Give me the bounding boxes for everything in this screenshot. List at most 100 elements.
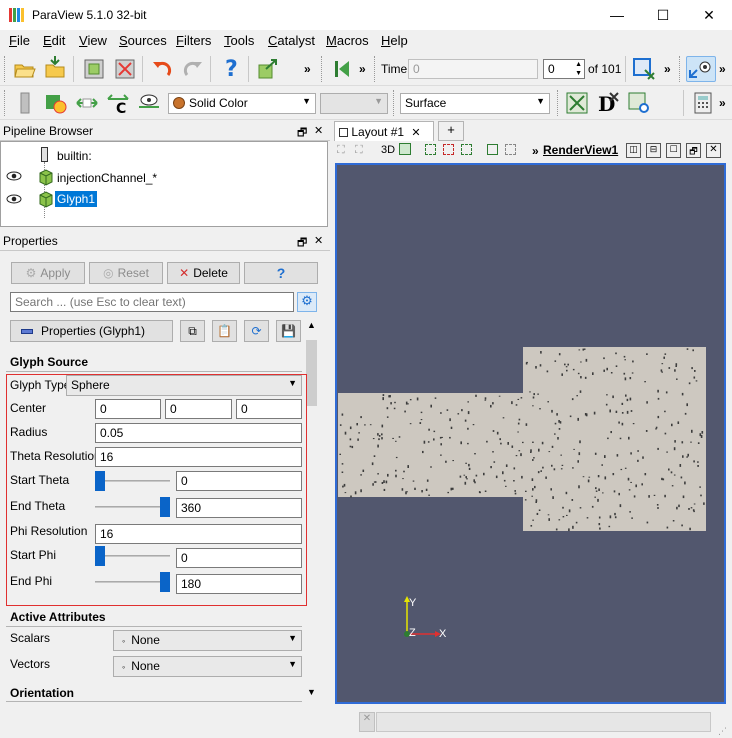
menu-catalyst[interactable]: Catalyst bbox=[268, 33, 315, 48]
capture-icon[interactable] bbox=[399, 143, 411, 155]
menu-file[interactable]: File bbox=[9, 33, 30, 48]
toggle-color-legend-icon[interactable] bbox=[13, 91, 37, 115]
toolbar-grip[interactable] bbox=[557, 90, 560, 116]
pipeline-item[interactable]: builtin: bbox=[1, 145, 327, 167]
start-theta-slider-handle[interactable] bbox=[95, 471, 105, 491]
menu-filters[interactable]: Filters bbox=[176, 33, 211, 48]
toolbar-overflow-icon[interactable]: » bbox=[359, 62, 366, 76]
glyph-type-select[interactable]: Sphere ▼ bbox=[66, 375, 302, 396]
rescale-visible-icon[interactable] bbox=[137, 91, 161, 115]
render-canvas[interactable]: Y X Z bbox=[337, 165, 724, 702]
scroll-up-icon[interactable]: ▲ bbox=[305, 320, 318, 333]
end-phi-slider[interactable] bbox=[95, 581, 170, 583]
toolbar-overflow-icon[interactable]: » bbox=[719, 62, 726, 76]
reset-camera-icon[interactable] bbox=[565, 91, 589, 115]
delete-button[interactable]: ✕ Delete bbox=[167, 262, 240, 284]
end-theta-field[interactable]: 360 bbox=[176, 498, 302, 518]
toolbar-grip[interactable] bbox=[679, 56, 682, 82]
reset-camera-closest-icon[interactable] bbox=[632, 57, 656, 81]
scrollbar-thumb[interactable] bbox=[306, 340, 317, 406]
phi-resolution-field[interactable]: 16 bbox=[95, 524, 302, 544]
split-vertical-icon[interactable]: ⊟ bbox=[646, 143, 661, 158]
select-cells-icon[interactable] bbox=[425, 144, 436, 155]
properties-help-button[interactable]: ? bbox=[244, 262, 318, 284]
spin-arrows-icon[interactable]: ▲ ▼ bbox=[575, 60, 582, 78]
representation-select[interactable]: Surface ▼ bbox=[400, 93, 550, 114]
component-select[interactable]: ▼ bbox=[320, 93, 388, 114]
rescale-range-icon[interactable] bbox=[75, 91, 99, 115]
float-view-icon[interactable]: 🗗 bbox=[686, 143, 701, 158]
radius-field[interactable]: 0.05 bbox=[95, 423, 302, 443]
start-phi-slider[interactable] bbox=[95, 555, 170, 557]
select-cells-on-icon[interactable]: ⛶ bbox=[337, 144, 350, 157]
toolbar-overflow-icon[interactable]: » bbox=[664, 62, 671, 76]
time-input[interactable]: 0 bbox=[408, 59, 538, 79]
toolbar-overflow-icon[interactable]: » bbox=[532, 144, 539, 158]
start-theta-slider[interactable] bbox=[95, 480, 170, 482]
help-icon[interactable]: ? bbox=[219, 56, 243, 82]
menu-help[interactable]: Help bbox=[381, 33, 408, 48]
show-center-icon[interactable]: D bbox=[596, 91, 620, 116]
properties-search-input[interactable] bbox=[10, 292, 294, 312]
pipeline-item[interactable]: injectionChannel_* bbox=[1, 167, 327, 189]
menu-view[interactable]: View bbox=[79, 33, 107, 48]
interact-select-icon[interactable] bbox=[686, 56, 716, 82]
open-icon[interactable] bbox=[13, 57, 37, 81]
paste-properties-button[interactable]: 📋 bbox=[212, 320, 237, 342]
theta-resolution-field[interactable]: 16 bbox=[95, 447, 302, 467]
toolbar-grip[interactable] bbox=[321, 56, 324, 82]
minimize-button[interactable]: — bbox=[594, 0, 640, 30]
start-phi-slider-handle[interactable] bbox=[95, 546, 105, 566]
toolbar-grip[interactable] bbox=[374, 56, 377, 82]
advanced-gear-icon[interactable]: ⚙ bbox=[297, 292, 317, 312]
find-data-icon[interactable] bbox=[256, 57, 280, 81]
close-button[interactable]: ✕ bbox=[686, 0, 732, 30]
maximize-view-icon[interactable]: ☐ bbox=[666, 143, 681, 158]
reset-button[interactable]: ◎ Reset bbox=[89, 262, 163, 284]
eye-icon[interactable] bbox=[6, 170, 22, 185]
toolbar-grip[interactable] bbox=[4, 90, 7, 116]
vectors-select[interactable]: ◦ None ▼ bbox=[113, 656, 302, 677]
toolbar-grip[interactable] bbox=[4, 56, 7, 82]
center-y-field[interactable]: 0 bbox=[165, 399, 232, 419]
start-phi-field[interactable]: 0 bbox=[176, 548, 302, 568]
undo-icon[interactable] bbox=[150, 57, 174, 81]
split-horizontal-icon[interactable]: ◫ bbox=[626, 143, 641, 158]
select-frustum-icon[interactable] bbox=[461, 144, 472, 155]
resize-grip-icon[interactable]: ⋰ bbox=[718, 726, 727, 737]
toggle-3d-button[interactable]: 3D bbox=[381, 144, 395, 156]
coloring-select[interactable]: Solid Color ▼ bbox=[168, 93, 316, 114]
close-tab-icon[interactable]: ✕ bbox=[411, 127, 420, 139]
end-theta-slider-handle[interactable] bbox=[160, 497, 170, 517]
first-frame-icon[interactable] bbox=[330, 57, 354, 81]
toolbar-overflow-icon[interactable]: » bbox=[719, 96, 726, 110]
close-view-icon[interactable]: ✕ bbox=[706, 143, 721, 158]
scroll-down-icon[interactable]: ▼ bbox=[305, 687, 318, 700]
clear-selection-icon[interactable] bbox=[505, 144, 516, 155]
abort-icon[interactable]: ✕ bbox=[359, 712, 375, 732]
close-panel-icon[interactable]: ✕ bbox=[314, 124, 323, 137]
menu-sources[interactable]: Sources bbox=[119, 33, 167, 48]
render-view[interactable]: Y X Z bbox=[335, 163, 726, 704]
select-points-icon[interactable] bbox=[443, 144, 454, 155]
center-z-field[interactable]: 0 bbox=[236, 399, 302, 419]
interactive-select-icon[interactable] bbox=[487, 144, 498, 155]
disconnect-icon[interactable] bbox=[113, 57, 137, 81]
menu-tools[interactable]: Tools bbox=[224, 33, 254, 48]
end-theta-slider[interactable] bbox=[95, 506, 170, 508]
tab-layout-1[interactable]: Layout #1 ✕ bbox=[334, 121, 434, 141]
save-data-icon[interactable] bbox=[44, 55, 68, 79]
scalars-select[interactable]: ◦ None ▼ bbox=[113, 630, 302, 651]
zoom-to-box-icon[interactable] bbox=[627, 91, 651, 115]
rescale-custom-icon[interactable]: C bbox=[106, 91, 130, 117]
select-points-on-icon[interactable]: ⛶ bbox=[355, 144, 363, 157]
toolbar-overflow-icon[interactable]: » bbox=[304, 62, 311, 76]
toolbar-grip[interactable] bbox=[393, 90, 396, 116]
start-theta-field[interactable]: 0 bbox=[176, 471, 302, 491]
maximize-button[interactable]: ☐ bbox=[640, 0, 686, 30]
connect-icon[interactable] bbox=[82, 57, 106, 81]
redo-icon[interactable] bbox=[181, 57, 205, 81]
restore-defaults-button[interactable]: ⟳ bbox=[244, 320, 269, 342]
copy-properties-button[interactable]: ⧉ bbox=[180, 320, 205, 342]
timestep-spinbox[interactable]: 0 ▲ ▼ bbox=[543, 59, 585, 79]
